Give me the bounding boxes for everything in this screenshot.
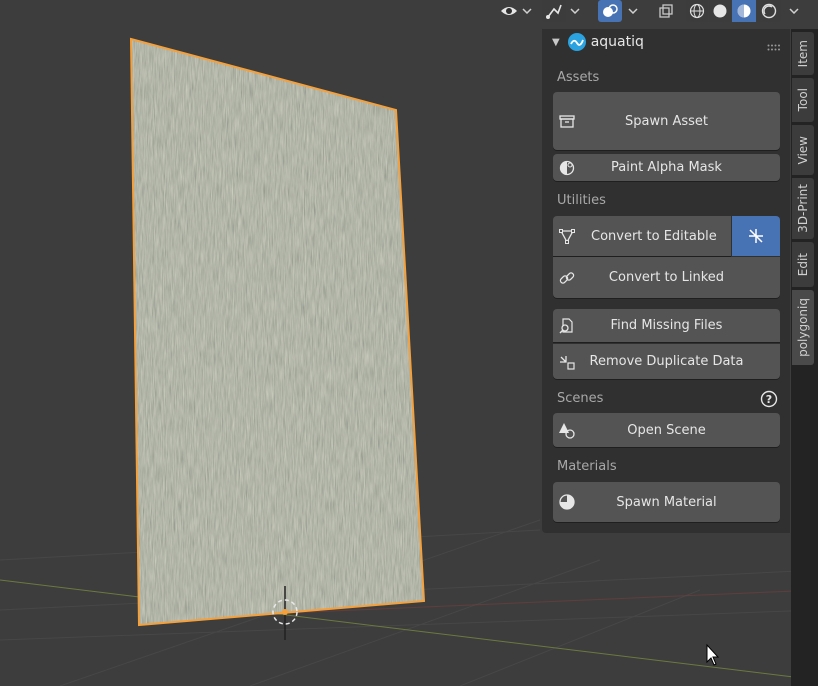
section-label-scenes: Scenes: [557, 391, 604, 406]
mouse-cursor-icon: [706, 643, 720, 666]
spawn-asset-button[interactable]: Spawn Asset: [553, 92, 780, 150]
merge-icon: [746, 226, 766, 246]
panel-title: aquatiq: [590, 34, 644, 50]
sidebar-tabs: Item Tool View 3D-Print Edit polygoniq: [791, 29, 818, 686]
section-label-materials: Materials: [557, 459, 617, 474]
tab-edit-label: Edit: [796, 252, 810, 277]
vertex-icon: [558, 227, 576, 245]
open-scene-button[interactable]: Open Scene: [553, 413, 780, 447]
tab-item[interactable]: Item: [792, 32, 814, 75]
solid-shading-icon[interactable]: [709, 0, 731, 22]
wireframe-shading-icon[interactable]: [686, 0, 708, 22]
remove-duplicate-data-label: Remove Duplicate Data: [589, 354, 744, 369]
paint-alpha-mask-button[interactable]: Paint Alpha Mask: [553, 154, 780, 181]
rendered-shading-icon[interactable]: [757, 0, 781, 22]
xray-icon[interactable]: [654, 0, 678, 22]
convert-to-linked-button[interactable]: Convert to Linked: [553, 257, 780, 298]
spawn-asset-label: Spawn Asset: [624, 113, 708, 129]
material-icon: [558, 493, 576, 511]
sidebar-panel: ▼ aquatiq Assets Spawn Asset Paint Alpha…: [542, 29, 790, 533]
find-missing-files-label: Find Missing Files: [610, 318, 723, 333]
convert-to-editable-button[interactable]: Convert to Editable: [553, 216, 731, 256]
chevron-down-icon[interactable]: [626, 0, 640, 22]
paint-alpha-mask-label: Paint Alpha Mask: [611, 160, 722, 175]
find-files-icon: [558, 317, 576, 335]
tab-item-label: Item: [796, 39, 810, 68]
spawn-material-label: Spawn Material: [616, 494, 717, 510]
tab-tool-label: Tool: [796, 88, 810, 112]
eye-icon[interactable]: [498, 0, 520, 22]
section-label-utilities: Utilities: [557, 193, 606, 208]
remove-duplicates-icon: [558, 353, 576, 371]
tab-view[interactable]: View: [792, 125, 814, 175]
chevron-down-icon[interactable]: [520, 0, 534, 22]
tab-polygoniq-label: polygoniq: [796, 298, 810, 357]
tab-edit[interactable]: Edit: [792, 242, 814, 287]
link-icon: [558, 269, 576, 287]
merge-toggle-button[interactable]: [732, 216, 780, 256]
overlay-icon[interactable]: [598, 0, 622, 22]
tab-view-label: View: [796, 135, 810, 165]
paint-mask-icon: [558, 159, 576, 177]
box-icon: [558, 112, 576, 130]
tab-polygoniq[interactable]: polygoniq: [792, 290, 814, 365]
tab-tool[interactable]: Tool: [792, 78, 814, 122]
convert-to-linked-label: Convert to Linked: [608, 270, 725, 285]
spawn-material-button[interactable]: Spawn Material: [553, 482, 780, 522]
open-scene-label: Open Scene: [627, 422, 706, 438]
drag-handle-icon[interactable]: [767, 37, 781, 56]
collapse-arrow-icon[interactable]: ▼: [552, 37, 560, 48]
tab-3d-print[interactable]: 3D-Print: [792, 178, 814, 239]
section-label-assets: Assets: [557, 70, 600, 85]
scene-icon: [558, 421, 576, 439]
tab-3d-print-label: 3D-Print: [796, 184, 810, 233]
panel-header[interactable]: ▼ aquatiq: [542, 29, 790, 55]
help-icon[interactable]: ?: [760, 390, 778, 408]
svg-text:?: ?: [766, 393, 772, 406]
convert-to-editable-label: Convert to Editable: [591, 228, 717, 244]
rock-plane[interactable]: [120, 30, 440, 640]
material-shading-icon[interactable]: [732, 0, 756, 22]
chevron-down-icon[interactable]: [787, 0, 801, 22]
gizmo-icon[interactable]: [542, 0, 566, 22]
chevron-down-icon[interactable]: [568, 0, 582, 22]
remove-duplicate-data-button[interactable]: Remove Duplicate Data: [553, 344, 780, 379]
aquatiq-logo-icon: [567, 32, 587, 52]
find-missing-files-button[interactable]: Find Missing Files: [553, 309, 780, 342]
